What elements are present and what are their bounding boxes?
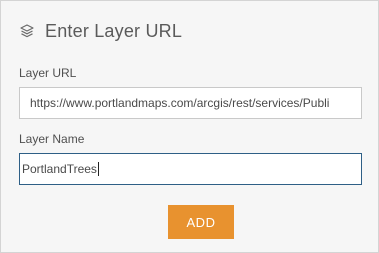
layer-url-input[interactable]: https://www.portlandmaps.com/arcgis/rest…	[19, 87, 362, 119]
add-layer-panel: Enter Layer URL Layer URL https://www.po…	[0, 0, 379, 253]
text-caret	[97, 162, 99, 176]
layer-name-value: PortlandTrees	[22, 162, 97, 176]
panel-header: Enter Layer URL	[18, 18, 182, 44]
layer-name-input[interactable]: PortlandTrees	[19, 153, 362, 185]
layer-name-label: Layer Name	[19, 132, 85, 146]
panel-title: Enter Layer URL	[45, 20, 183, 41]
layer-url-label: Layer URL	[19, 66, 77, 80]
layer-url-value: https://www.portlandmaps.com/arcgis/rest…	[30, 96, 330, 110]
add-button[interactable]: ADD	[168, 205, 234, 239]
layers-icon	[18, 22, 36, 40]
